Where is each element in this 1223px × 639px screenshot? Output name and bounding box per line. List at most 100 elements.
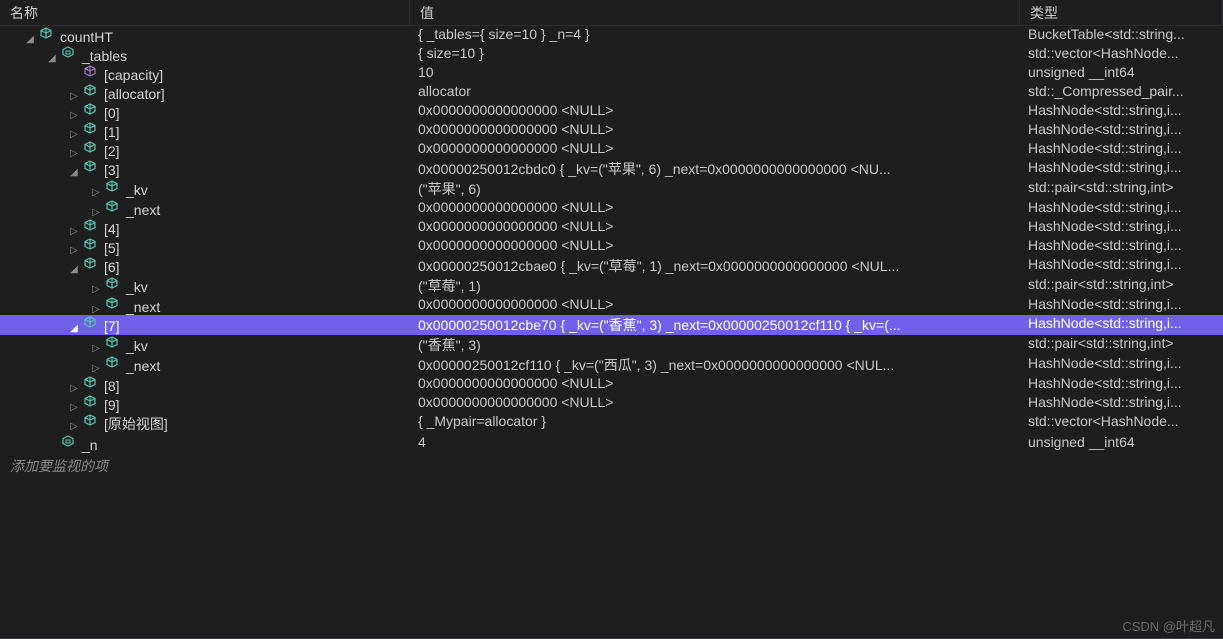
- name-cell[interactable]: ▷[原始视图]: [0, 413, 410, 434]
- expand-toggle-icon[interactable]: ▷: [88, 304, 104, 315]
- value-cell[interactable]: ("苹果", 6): [410, 179, 1020, 199]
- name-cell[interactable]: ◢[6]: [0, 256, 410, 276]
- variable-name: _n: [82, 437, 98, 453]
- value-cell[interactable]: 0x0000000000000000 <NULL>: [410, 102, 1020, 121]
- name-cell[interactable]: ◢[3]: [0, 159, 410, 179]
- value-cell[interactable]: 0x00000250012cbdc0 { _kv=("苹果", 6) _next…: [410, 159, 1020, 179]
- name-cell[interactable]: ▷ [0]: [0, 102, 410, 121]
- name-cell[interactable]: ▷ [9]: [0, 394, 410, 413]
- name-cell[interactable]: ◢[7]: [0, 315, 410, 335]
- value-cell[interactable]: 0x0000000000000000 <NULL>: [410, 140, 1020, 159]
- cube-blue-icon: [38, 26, 54, 42]
- variable-name: [8]: [104, 378, 120, 394]
- name-cell[interactable]: ◢ countHT: [0, 26, 410, 45]
- expand-toggle-icon[interactable]: ▷: [66, 421, 82, 432]
- name-cell[interactable]: ▷ [1]: [0, 121, 410, 140]
- name-cell[interactable]: ▷_next: [0, 199, 410, 218]
- expand-toggle-icon[interactable]: ▷: [66, 91, 82, 102]
- value-cell[interactable]: 0x0000000000000000 <NULL>: [410, 121, 1020, 140]
- name-cell[interactable]: _n: [0, 434, 410, 453]
- type-cell: HashNode<std::string,i...: [1020, 237, 1223, 256]
- type-cell: std::pair<std::string,int>: [1020, 179, 1223, 199]
- expand-toggle-icon[interactable]: ◢: [66, 167, 82, 178]
- type-cell: HashNode<std::string,i...: [1020, 218, 1223, 237]
- expand-toggle-icon[interactable]: ▷: [66, 226, 82, 237]
- value-cell[interactable]: 0x0000000000000000 <NULL>: [410, 296, 1020, 315]
- expand-toggle-icon[interactable]: ▷: [66, 245, 82, 256]
- variable-name: _kv: [126, 182, 148, 198]
- lock-blue-icon: [60, 434, 76, 450]
- name-cell[interactable]: ▷_next: [0, 296, 410, 315]
- expand-toggle-icon[interactable]: ▷: [66, 402, 82, 413]
- name-cell[interactable]: [capacity]: [0, 64, 410, 83]
- cube-blue-icon: [82, 218, 98, 234]
- value-cell[interactable]: { size=10 }: [410, 45, 1020, 64]
- expand-toggle-icon[interactable]: ◢: [66, 264, 82, 275]
- name-cell[interactable]: ▷[5]: [0, 237, 410, 256]
- expand-toggle-icon[interactable]: ▷: [66, 148, 82, 159]
- name-cell[interactable]: ◢ _tables: [0, 45, 410, 64]
- name-cell[interactable]: ▷ [allocator]: [0, 83, 410, 102]
- name-cell[interactable]: ▷[2]: [0, 140, 410, 159]
- expand-toggle-icon[interactable]: ▷: [66, 383, 82, 394]
- value-cell[interactable]: 0x00000250012cf110 { _kv=("西瓜", 3) _next…: [410, 355, 1020, 375]
- value-cell[interactable]: 0x0000000000000000 <NULL>: [410, 218, 1020, 237]
- header-type[interactable]: 类型: [1020, 0, 1223, 26]
- name-cell[interactable]: ▷ [8]: [0, 375, 410, 394]
- value-cell[interactable]: allocator: [410, 83, 1020, 102]
- cube-blue-icon: [104, 179, 120, 195]
- expand-toggle-icon[interactable]: ▷: [88, 363, 104, 374]
- value-cell[interactable]: 10: [410, 64, 1020, 83]
- type-cell: unsigned __int64: [1020, 434, 1223, 453]
- cube-blue-icon: [82, 159, 98, 175]
- variable-name: [1]: [104, 124, 120, 140]
- type-cell: HashNode<std::string,i...: [1020, 199, 1223, 218]
- type-cell: std::vector<HashNode...: [1020, 45, 1223, 64]
- value-cell[interactable]: 0x00000250012cbe70 { _kv=("香蕉", 3) _next…: [410, 315, 1020, 335]
- expand-toggle-icon[interactable]: ▷: [66, 129, 82, 140]
- value-cell[interactable]: { _Mypair=allocator }: [410, 413, 1020, 434]
- name-cell[interactable]: ▷ _kv: [0, 179, 410, 199]
- expand-toggle-icon[interactable]: ▷: [88, 187, 104, 198]
- expand-toggle-icon[interactable]: ◢: [66, 323, 82, 334]
- value-cell[interactable]: 4: [410, 434, 1020, 453]
- variable-name: _tables: [82, 48, 127, 64]
- type-cell: HashNode<std::string,i...: [1020, 296, 1223, 315]
- variable-name: [capacity]: [104, 67, 163, 83]
- value-cell[interactable]: 0x0000000000000000 <NULL>: [410, 199, 1020, 218]
- variable-name: [4]: [104, 221, 120, 237]
- cube-blue-icon: [104, 335, 120, 351]
- value-cell[interactable]: ("香蕉", 3): [410, 335, 1020, 355]
- variable-name: [9]: [104, 397, 120, 413]
- variable-name: [allocator]: [104, 86, 165, 102]
- name-cell[interactable]: ▷_kv: [0, 335, 410, 355]
- type-cell: HashNode<std::string,i...: [1020, 102, 1223, 121]
- expand-toggle-icon[interactable]: ◢: [44, 53, 60, 64]
- value-cell[interactable]: 0x0000000000000000 <NULL>: [410, 375, 1020, 394]
- value-cell[interactable]: ("草莓", 1): [410, 276, 1020, 296]
- type-cell: std::vector<HashNode...: [1020, 413, 1223, 434]
- cube-blue-icon: [104, 296, 120, 312]
- type-cell: HashNode<std::string,i...: [1020, 375, 1223, 394]
- value-cell[interactable]: { _tables={ size=10 } _n=4 }: [410, 26, 1020, 45]
- name-cell[interactable]: ▷ _next: [0, 355, 410, 375]
- expand-toggle-icon[interactable]: ◢: [22, 34, 38, 45]
- variable-name: _next: [126, 358, 160, 374]
- header-name[interactable]: 名称: [0, 0, 410, 26]
- expand-toggle-icon[interactable]: ▷: [88, 284, 104, 295]
- variable-name: countHT: [60, 29, 113, 45]
- name-cell[interactable]: ▷ [4]: [0, 218, 410, 237]
- type-cell: unsigned __int64: [1020, 64, 1223, 83]
- value-cell[interactable]: 0x0000000000000000 <NULL>: [410, 237, 1020, 256]
- value-cell[interactable]: 0x00000250012cbae0 { _kv=("草莓", 1) _next…: [410, 256, 1020, 276]
- header-value[interactable]: 值: [410, 0, 1020, 26]
- name-cell[interactable]: ▷_kv: [0, 276, 410, 296]
- expand-toggle-icon[interactable]: ▷: [88, 207, 104, 218]
- expand-toggle-icon[interactable]: ▷: [88, 343, 104, 354]
- type-cell: std::pair<std::string,int>: [1020, 335, 1223, 355]
- add-watch-input[interactable]: 添加要监视的项: [0, 453, 1223, 479]
- cube-blue-icon: [82, 375, 98, 391]
- value-cell[interactable]: 0x0000000000000000 <NULL>: [410, 394, 1020, 413]
- expand-toggle-icon[interactable]: ▷: [66, 110, 82, 121]
- variable-name: [0]: [104, 105, 120, 121]
